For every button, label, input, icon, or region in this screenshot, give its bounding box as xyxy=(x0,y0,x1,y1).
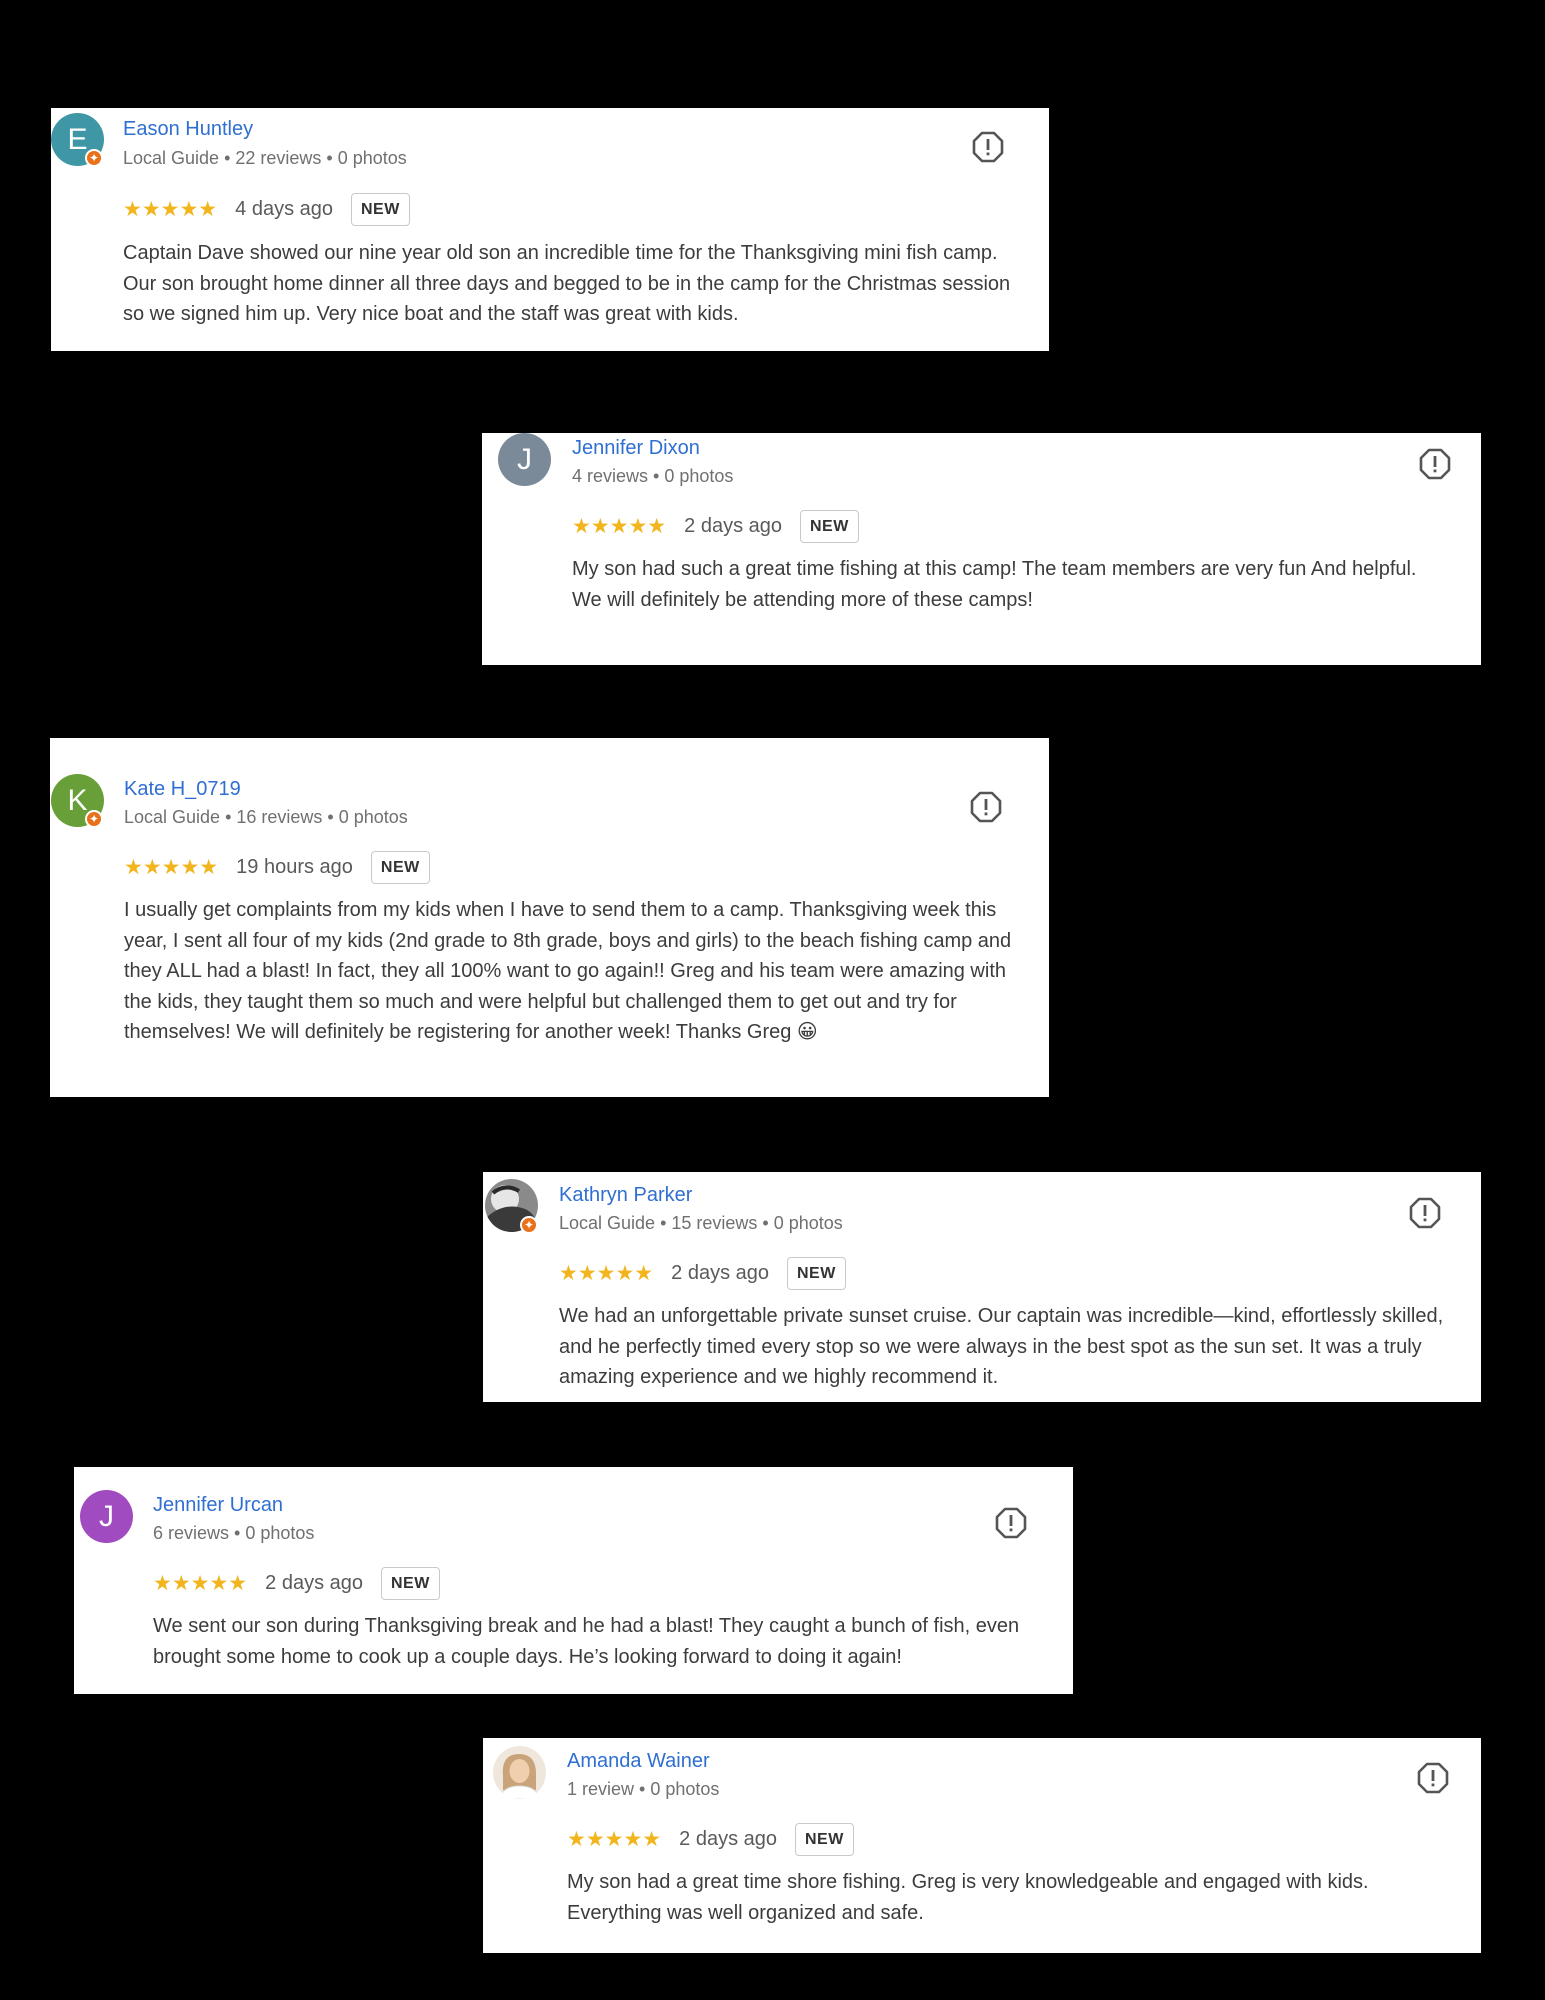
review-paragraph: We sent our son during Thanksgiving brea… xyxy=(153,1615,1020,1668)
star-rating: ★★★★★ xyxy=(123,197,218,221)
star-rating: ★★★★★ xyxy=(572,514,667,538)
review-date: 2 days ago xyxy=(679,1827,777,1850)
review-text: Captain Dave showed our nine year old so… xyxy=(123,238,1023,330)
review-paragraph: We will definitely be attending more of … xyxy=(572,588,1033,611)
review-paragraph: My son had a great time shore fishing. G… xyxy=(567,1871,1369,1924)
star-rating: ★★★★★ xyxy=(124,855,219,879)
review-text: We had an unforgettable private sunset c… xyxy=(559,1301,1471,1393)
report-flag-icon[interactable] xyxy=(995,1507,1027,1539)
review-date: 2 days ago xyxy=(684,514,782,537)
new-badge: NEW xyxy=(800,509,859,543)
review-text: My son had a great time shore fishing. G… xyxy=(567,1867,1462,1928)
star-rating: ★★★★★ xyxy=(559,1261,654,1285)
review-date: 4 days ago xyxy=(235,197,333,220)
rating-row: ★★★★★ 2 days ago NEW xyxy=(153,1565,440,1601)
review-paragraph: My son had such a great time fishing at … xyxy=(572,558,1417,580)
avatar[interactable]: J xyxy=(80,1490,133,1543)
avatar[interactable]: J xyxy=(498,433,551,486)
rating-row: ★★★★★ 2 days ago NEW xyxy=(572,508,859,544)
review-paragraph: Captain Dave showed our nine year old so… xyxy=(123,242,1011,326)
reviewer-name[interactable]: Kathryn Parker xyxy=(559,1184,692,1207)
reviewer-name[interactable]: Kate H_0719 xyxy=(124,778,241,801)
local-guide-badge-icon: ✦ xyxy=(85,149,103,167)
review-date: 19 hours ago xyxy=(236,855,353,878)
reviewer-meta: Local Guide • 22 reviews • 0 photos xyxy=(123,148,407,168)
local-guide-badge-icon: ✦ xyxy=(520,1216,538,1234)
report-flag-icon[interactable] xyxy=(970,791,1002,823)
new-badge: NEW xyxy=(351,192,410,226)
new-badge: NEW xyxy=(795,1822,854,1856)
star-rating: ★★★★★ xyxy=(153,1571,248,1595)
review-paragraph: I usually get complaints from my kids wh… xyxy=(124,899,1012,1044)
reviewer-name[interactable]: Jennifer Dixon xyxy=(572,437,700,460)
reviewer-meta: 4 reviews • 0 photos xyxy=(572,466,734,486)
report-flag-icon[interactable] xyxy=(1409,1197,1441,1229)
new-badge: NEW xyxy=(787,1256,846,1290)
new-badge: NEW xyxy=(370,850,430,884)
reviewer-name[interactable]: Eason Huntley xyxy=(123,118,253,141)
review-card: Amanda Wainer 1 review • 0 photos ★★★★★ … xyxy=(483,1738,1481,1953)
review-text: I usually get complaints from my kids wh… xyxy=(124,895,1024,1048)
rating-row: ★★★★★ 2 days ago NEW xyxy=(567,1821,854,1857)
review-paragraph: We had an unforgettable private sunset c… xyxy=(559,1305,1444,1389)
reviewer-meta: Local Guide • 16 reviews • 0 photos xyxy=(124,807,408,827)
review-card: E ✦ Eason Huntley Local Guide • 22 revie… xyxy=(51,108,1049,351)
reviewer-name[interactable]: Amanda Wainer xyxy=(567,1750,710,1773)
rating-row: ★★★★★ 2 days ago NEW xyxy=(559,1255,846,1291)
review-card: ✦ Kathryn Parker Local Guide • 15 review… xyxy=(483,1172,1481,1402)
new-badge: NEW xyxy=(381,1566,440,1600)
review-text: We sent our son during Thanksgiving brea… xyxy=(153,1611,1053,1672)
profile-photo-icon xyxy=(493,1746,546,1799)
reviewer-name[interactable]: Jennifer Urcan xyxy=(153,1494,283,1517)
rating-row: ★★★★★ 19 hours ago NEW xyxy=(124,849,430,885)
rating-row: ★★★★★ 4 days ago NEW xyxy=(123,191,410,227)
star-rating: ★★★★★ xyxy=(567,1827,662,1851)
reviewer-meta: 1 review • 0 photos xyxy=(567,1779,720,1799)
reviewer-meta: Local Guide • 15 reviews • 0 photos xyxy=(559,1213,843,1233)
report-flag-icon[interactable] xyxy=(1417,1762,1449,1794)
reviewer-meta: 6 reviews • 0 photos xyxy=(153,1523,315,1543)
review-card: J Jennifer Urcan 6 reviews • 0 photos ★★… xyxy=(74,1467,1073,1694)
report-flag-icon[interactable] xyxy=(972,131,1004,163)
avatar[interactable] xyxy=(493,1746,546,1799)
review-card: K ✦ Kate H_0719 Local Guide • 16 reviews… xyxy=(50,738,1049,1097)
report-flag-icon[interactable] xyxy=(1419,448,1451,480)
review-date: 2 days ago xyxy=(671,1261,769,1284)
review-text: My son had such a great time fishing at … xyxy=(572,554,1462,615)
review-date: 2 days ago xyxy=(265,1571,363,1594)
review-card: J Jennifer Dixon 4 reviews • 0 photos ★★… xyxy=(482,433,1481,665)
local-guide-badge-icon: ✦ xyxy=(85,810,103,828)
